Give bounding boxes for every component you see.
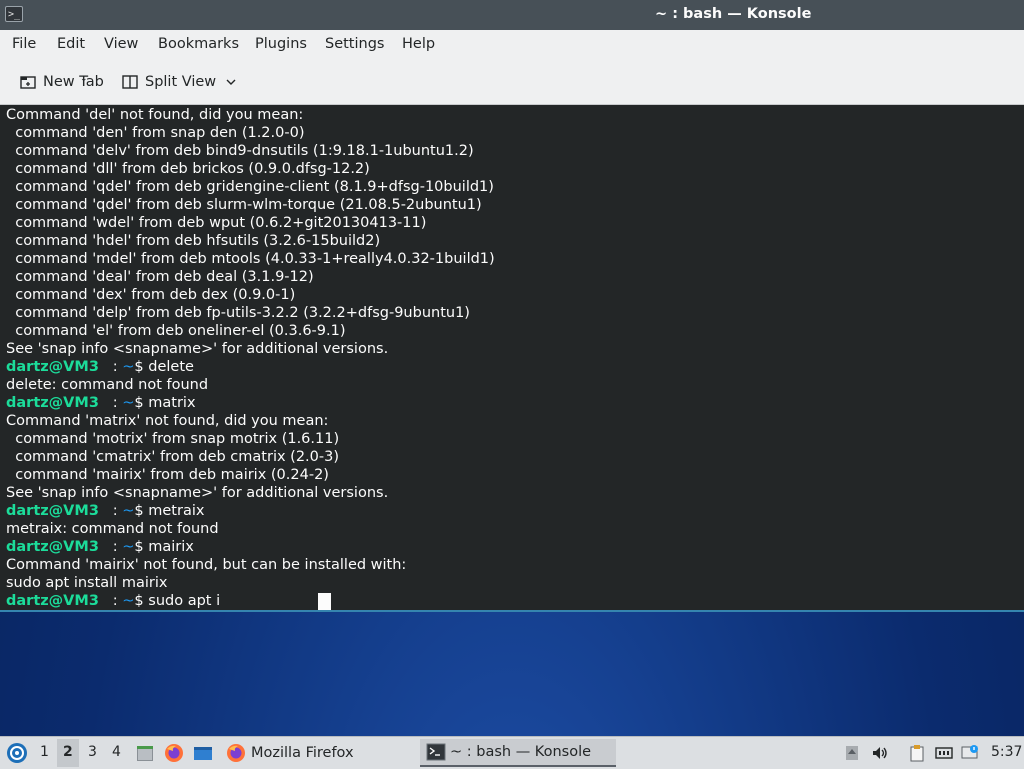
output-line: command 'motrix' from snap motrix (1.6.1… <box>6 431 340 447</box>
task-firefox[interactable]: Mozilla Firefox <box>224 739 420 767</box>
output-line: command 'dex' from deb dex (0.9.0-1) <box>6 287 296 303</box>
prompt-user: dartz@VM3 <box>6 503 99 519</box>
prompt-command: delete <box>148 359 194 375</box>
network-icon[interactable] <box>935 744 953 762</box>
new-tab-dropdown-icon[interactable]: ⌄ <box>80 74 88 84</box>
prompt-line: dartz@VM3 : ~$ metraix <box>6 502 204 520</box>
new-tab-label: New Tab <box>43 74 104 90</box>
menu-bar: File Edit View Bookmarks Plugins Setting… <box>0 30 1024 60</box>
menu-help[interactable]: Help <box>402 36 435 52</box>
terminal-output[interactable]: Command 'del' not found, did you mean: c… <box>0 105 1024 612</box>
window-title: ~ : bash — Konsole <box>655 6 812 22</box>
clock[interactable]: 5:37 <box>991 744 1022 760</box>
prompt-user: dartz@VM3 <box>6 593 99 609</box>
title-bar[interactable]: >_ ~ : bash — Konsole <box>0 0 1024 30</box>
output-line: command 'delp' from deb fp-utils-3.2.2 (… <box>6 305 470 321</box>
task-konsole-label: ~ : bash — Konsole <box>450 744 592 760</box>
prompt-command: matrix <box>148 395 196 411</box>
menu-plugins[interactable]: Plugins <box>255 36 307 52</box>
konsole-window: >_ ~ : bash — Konsole File Edit View Boo… <box>0 0 1024 612</box>
split-view-button[interactable]: Split View <box>122 72 245 92</box>
prompt-dollar: $ <box>134 503 149 519</box>
menu-settings[interactable]: Settings <box>325 36 384 52</box>
file-manager-icon[interactable] <box>135 743 155 763</box>
tool-bar: New Tab ⌄ Split View <box>0 60 1024 105</box>
prompt-user: dartz@VM3 <box>6 359 99 375</box>
prompt-line: dartz@VM3 : ~$ matrix <box>6 394 196 412</box>
chevron-down-icon[interactable] <box>224 75 238 89</box>
new-tab-button[interactable]: New Tab <box>20 72 104 92</box>
prompt-line: dartz@VM3 : ~$ delete <box>6 358 194 376</box>
prompt-sep: : <box>98 359 123 375</box>
prompt-path: ~ <box>122 593 135 609</box>
output-line: Command 'matrix' not found, did you mean… <box>6 413 329 429</box>
output-line: See 'snap info <snapname>' for additiona… <box>6 485 389 501</box>
terminal-icon <box>426 743 446 761</box>
output-line: command 'delv' from deb bind9-dnsutils (… <box>6 143 474 159</box>
output-line: command 'mdel' from deb mtools (4.0.33-1… <box>6 251 495 267</box>
prompt-user: dartz@VM3 <box>6 539 99 555</box>
split-view-icon <box>122 75 138 89</box>
output-line: See 'snap info <snapname>' for additiona… <box>6 341 389 357</box>
prompt-sep: : <box>98 503 123 519</box>
taskbar: 1 2 3 4 Mozilla Firefox ~ : bash — Konso… <box>0 736 1024 769</box>
output-line: command 'hdel' from deb hfsutils (3.2.6-… <box>6 233 381 249</box>
prompt-path: ~ <box>122 359 135 375</box>
prompt-command: metraix <box>148 503 205 519</box>
updates-icon[interactable] <box>961 744 979 762</box>
prompt-dollar: $ <box>134 593 149 609</box>
output-line: command 'deal' from deb deal (3.1.9-12) <box>6 269 314 285</box>
output-line: command 'den' from snap den (1.2.0-0) <box>6 125 305 141</box>
prompt-line: dartz@VM3 : ~$ mairix <box>6 538 194 556</box>
task-firefox-label: Mozilla Firefox <box>251 745 354 761</box>
output-line: delete: command not found <box>6 377 209 393</box>
firefox-icon <box>227 744 245 762</box>
output-line: command 'qdel' from deb gridengine-clien… <box>6 179 494 195</box>
output-line: command 'cmatrix' from deb cmatrix (2.0-… <box>6 449 339 465</box>
prompt-user: dartz@VM3 <box>6 395 99 411</box>
menu-view[interactable]: View <box>104 36 138 52</box>
menu-bookmarks[interactable]: Bookmarks <box>158 36 239 52</box>
prompt-sep: : <box>98 539 123 555</box>
prompt-dollar: $ <box>134 359 149 375</box>
output-line: command 'dll' from deb brickos (0.9.0.df… <box>6 161 370 177</box>
konsole-app-icon[interactable]: >_ <box>5 6 23 22</box>
output-line: Command 'del' not found, did you mean: <box>6 107 304 123</box>
output-line: sudo apt install mairix <box>6 575 168 591</box>
prompt-sep: : <box>98 395 123 411</box>
volume-icon[interactable] <box>871 744 889 762</box>
prompt-path: ~ <box>122 539 135 555</box>
output-line: command 'qdel' from deb slurm-wlm-torque… <box>6 197 482 213</box>
desktop-show-icon[interactable] <box>193 743 213 763</box>
desktop-1[interactable]: 1 <box>40 744 49 760</box>
task-konsole[interactable]: ~ : bash — Konsole <box>420 739 616 767</box>
menu-edit[interactable]: Edit <box>57 36 85 52</box>
prompt-path: ~ <box>122 395 135 411</box>
output-line: command 'mairix' from deb mairix (0.24-2… <box>6 467 329 483</box>
firefox-icon[interactable] <box>164 743 184 763</box>
text-cursor <box>318 593 331 610</box>
desktop-4[interactable]: 4 <box>112 744 121 760</box>
prompt-command: sudo apt i <box>148 593 221 609</box>
prompt-path: ~ <box>122 503 135 519</box>
prompt-sep: : <box>98 593 123 609</box>
prompt-dollar: $ <box>134 539 149 555</box>
output-line: metraix: command not found <box>6 521 219 537</box>
desktop-2[interactable]: 2 <box>63 744 73 760</box>
desktop-3[interactable]: 3 <box>88 744 97 760</box>
new-tab-icon <box>20 76 36 89</box>
output-line: command 'el' from deb oneliner-el (0.3.6… <box>6 323 346 339</box>
prompt-line: dartz@VM3 : ~$ sudo apt i <box>6 592 220 610</box>
prompt-dollar: $ <box>134 395 149 411</box>
output-line: Command 'mairix' not found, but can be i… <box>6 557 407 573</box>
application-launcher-icon[interactable] <box>5 741 29 765</box>
prompt-command: mairix <box>148 539 194 555</box>
split-view-label: Split View <box>145 74 217 90</box>
window-bottom-border <box>0 610 1024 612</box>
clipboard-icon[interactable] <box>908 744 926 762</box>
output-line: command 'wdel' from deb wput (0.6.2+git2… <box>6 215 427 231</box>
usb-notification-icon[interactable] <box>843 744 861 762</box>
menu-file[interactable]: File <box>12 36 36 52</box>
